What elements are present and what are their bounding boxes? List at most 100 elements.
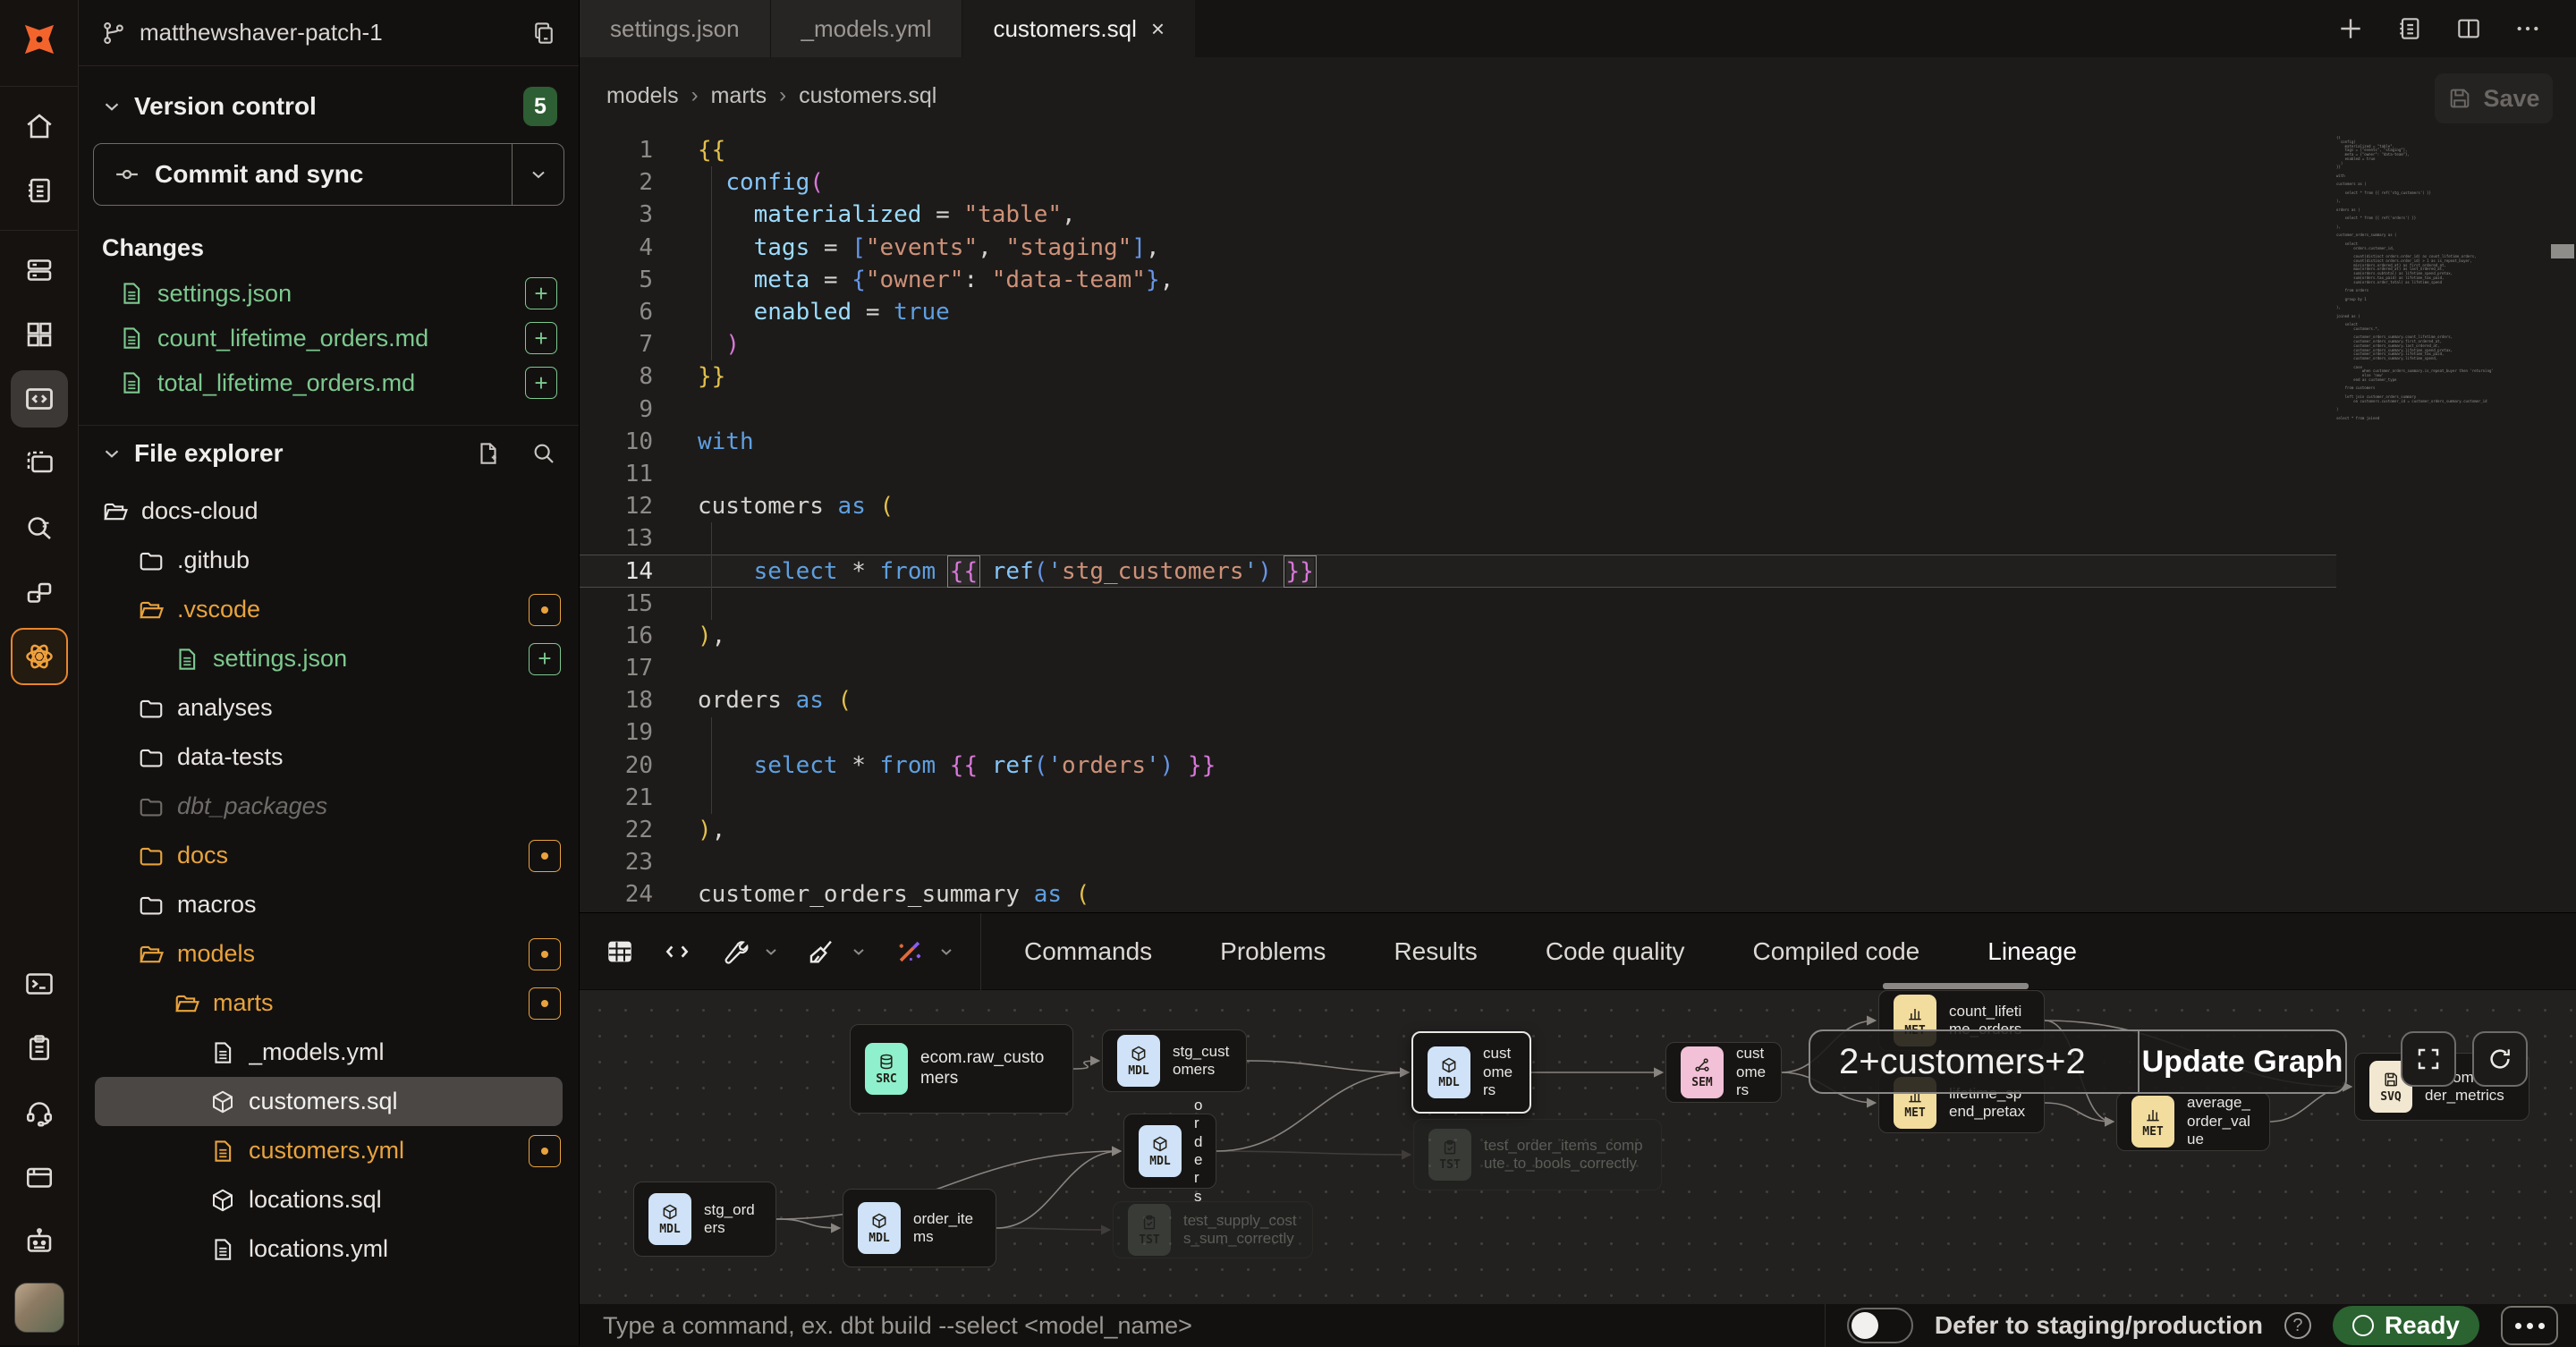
chevron-down-icon[interactable]	[850, 943, 868, 961]
build-wrench-icon[interactable]	[719, 936, 750, 967]
lineage-node-order-items[interactable]: MDLorder_items	[843, 1189, 996, 1267]
tree-item-macros[interactable]: macros	[79, 880, 579, 929]
home-icon[interactable]	[11, 97, 68, 155]
file-explorer-header[interactable]: File explorer	[79, 426, 579, 481]
code-line-10[interactable]: 10with	[580, 426, 2336, 458]
commit-options-caret[interactable]	[512, 144, 564, 205]
code-line-22[interactable]: 22),	[580, 814, 2336, 846]
code-line-24[interactable]: 24customer_orders_summary as (	[580, 878, 2336, 911]
breadcrumb-segment[interactable]: customers.sql	[799, 83, 936, 109]
lineage-node-test-order-items[interactable]: TSTtest_order_items_compute_to_bools_cor…	[1413, 1119, 1662, 1190]
code-line-14[interactable]: 14 select * from {{ ref('stg_customers')…	[580, 555, 2336, 587]
clipboard-icon[interactable]	[11, 1020, 68, 1077]
panel-tab-lineage[interactable]: Lineage	[1953, 913, 2111, 990]
changed-file-row[interactable]: total_lifetime_orders.md+	[79, 360, 579, 405]
defer-toggle[interactable]	[1847, 1308, 1913, 1343]
lineage-refresh-button[interactable]	[2472, 1031, 2528, 1087]
tab--models-yml[interactable]: _models.yml	[771, 0, 963, 57]
editor-scrollbar-thumb[interactable]	[2551, 244, 2574, 258]
tab-settings-json[interactable]: settings.json	[580, 0, 771, 57]
support-headset-icon[interactable]	[11, 1084, 68, 1141]
new-tab-icon[interactable]	[2336, 14, 2365, 43]
code-line-23[interactable]: 23	[580, 846, 2336, 878]
format-broom-icon[interactable]	[807, 936, 837, 967]
tree-item-docs-cloud[interactable]: docs-cloud	[79, 487, 579, 536]
panel-tab-code-quality[interactable]: Code quality	[1512, 913, 1719, 990]
canvas-icon[interactable]	[11, 435, 68, 492]
tree-item-data-tests[interactable]: data-tests	[79, 733, 579, 782]
dbt-logo-icon[interactable]	[0, 0, 79, 79]
code-line-5[interactable]: 5 meta = {"owner": "data-team"},	[580, 264, 2336, 296]
lineage-node-test-supply[interactable]: TSTtest_supply_costs_sum_correctly	[1113, 1201, 1313, 1258]
lineage-node-stg-customers[interactable]: MDLstg_customers	[1102, 1029, 1247, 1092]
chevron-down-icon[interactable]	[937, 943, 955, 961]
breadcrumb-segment[interactable]: models	[606, 83, 679, 109]
tree-item-locations-sql[interactable]: locations.sql	[79, 1175, 579, 1224]
changed-file-row[interactable]: settings.json+	[79, 271, 579, 316]
code-editor-icon[interactable]	[11, 370, 68, 428]
assistant-icon[interactable]	[11, 1213, 68, 1270]
tree-item-analyses[interactable]: analyses	[79, 683, 579, 733]
code-line-16[interactable]: 16),	[580, 620, 2336, 652]
docs-icon[interactable]	[11, 162, 68, 219]
code-line-7[interactable]: 7 )	[580, 328, 2336, 360]
code-line-19[interactable]: 19	[580, 716, 2336, 749]
copy-icon[interactable]	[530, 20, 557, 47]
tree-item-models[interactable]: models	[79, 929, 579, 978]
more-options-icon[interactable]	[2513, 14, 2542, 43]
results-table-icon[interactable]	[605, 936, 635, 967]
notebook-icon[interactable]	[2395, 14, 2424, 43]
lineage-node-stg-orders[interactable]: MDLstg_orders	[633, 1182, 776, 1257]
code-line-17[interactable]: 17	[580, 652, 2336, 684]
code-line-1[interactable]: 1{{	[580, 134, 2336, 166]
code-line-20[interactable]: 20 select * from {{ ref('orders') }}	[580, 750, 2336, 782]
tree-item-dbt-packages[interactable]: dbt_packages	[79, 782, 579, 831]
panel-tab-scroll-indicator[interactable]	[1883, 983, 2029, 989]
lineage-node-customers-sem[interactable]: SEMcustomers	[1665, 1042, 1782, 1103]
code-line-9[interactable]: 9	[580, 394, 2336, 426]
stage-file-button[interactable]: +	[525, 322, 557, 354]
tree-item--vscode[interactable]: .vscode	[79, 585, 579, 634]
changed-file-row[interactable]: count_lifetime_orders.md+	[79, 316, 579, 360]
panel-tab-problems[interactable]: Problems	[1186, 913, 1360, 990]
ai-atom-icon[interactable]	[11, 628, 68, 685]
search-icon[interactable]	[530, 440, 557, 467]
code-line-8[interactable]: 8}}	[580, 360, 2336, 393]
new-file-icon[interactable]	[475, 440, 502, 467]
lineage-node-average-order-value[interactable]: METaverage_order_value	[2116, 1092, 2270, 1151]
chevron-down-icon[interactable]	[762, 943, 780, 961]
lineage-node-customers-mdl[interactable]: MDLcustomers	[1411, 1031, 1531, 1114]
panel-tab-commands[interactable]: Commands	[990, 913, 1186, 990]
ready-status-badge[interactable]: Ready	[2333, 1306, 2479, 1345]
tree-item-marts[interactable]: marts	[79, 978, 579, 1028]
tree-item-customers-yml[interactable]: customers.yml	[79, 1126, 579, 1175]
tree-item-settings-json[interactable]: settings.json+	[79, 634, 579, 683]
lineage-node-raw-customers[interactable]: SRCecom.raw_customers	[850, 1024, 1073, 1114]
code-line-11[interactable]: 11	[580, 458, 2336, 490]
lineage-canvas[interactable]: SRCecom.raw_customers MDLstg_customers MDL…	[580, 990, 2576, 1304]
lineage-fullscreen-button[interactable]	[2401, 1031, 2456, 1087]
branch-row[interactable]: matthewshaver-patch-1	[79, 0, 579, 66]
tree-item-docs[interactable]: docs	[79, 831, 579, 880]
stage-file-button[interactable]: +	[525, 367, 557, 399]
terminal-icon[interactable]	[11, 955, 68, 1012]
tree-item--github[interactable]: .github	[79, 536, 579, 585]
projects-icon[interactable]	[11, 1148, 68, 1206]
editor-minimap[interactable]: {{ config( materialized = "table", tags …	[2336, 136, 2503, 420]
help-icon[interactable]: ?	[2284, 1312, 2311, 1339]
update-graph-button[interactable]: Update Graph	[2138, 1031, 2345, 1092]
dashboard-icon[interactable]	[11, 306, 68, 363]
code-line-13[interactable]: 13	[580, 522, 2336, 555]
code-line-2[interactable]: 2 config(	[580, 166, 2336, 199]
preview-code-icon[interactable]	[662, 936, 692, 967]
close-tab-icon[interactable]: ×	[1151, 15, 1165, 43]
commit-and-sync-button[interactable]: Commit and sync	[94, 144, 512, 205]
lineage-selector-input[interactable]: 2+customers+2	[1810, 1031, 2138, 1092]
code-line-21[interactable]: 21	[580, 782, 2336, 814]
breadcrumb-segment[interactable]: marts	[711, 83, 767, 109]
tree-item--models-yml[interactable]: _models.yml	[79, 1028, 579, 1077]
code-line-3[interactable]: 3 materialized = "table",	[580, 199, 2336, 231]
code-line-12[interactable]: 12customers as (	[580, 490, 2336, 522]
panel-tab-results[interactable]: Results	[1360, 913, 1511, 990]
compare-icon[interactable]	[11, 563, 68, 621]
